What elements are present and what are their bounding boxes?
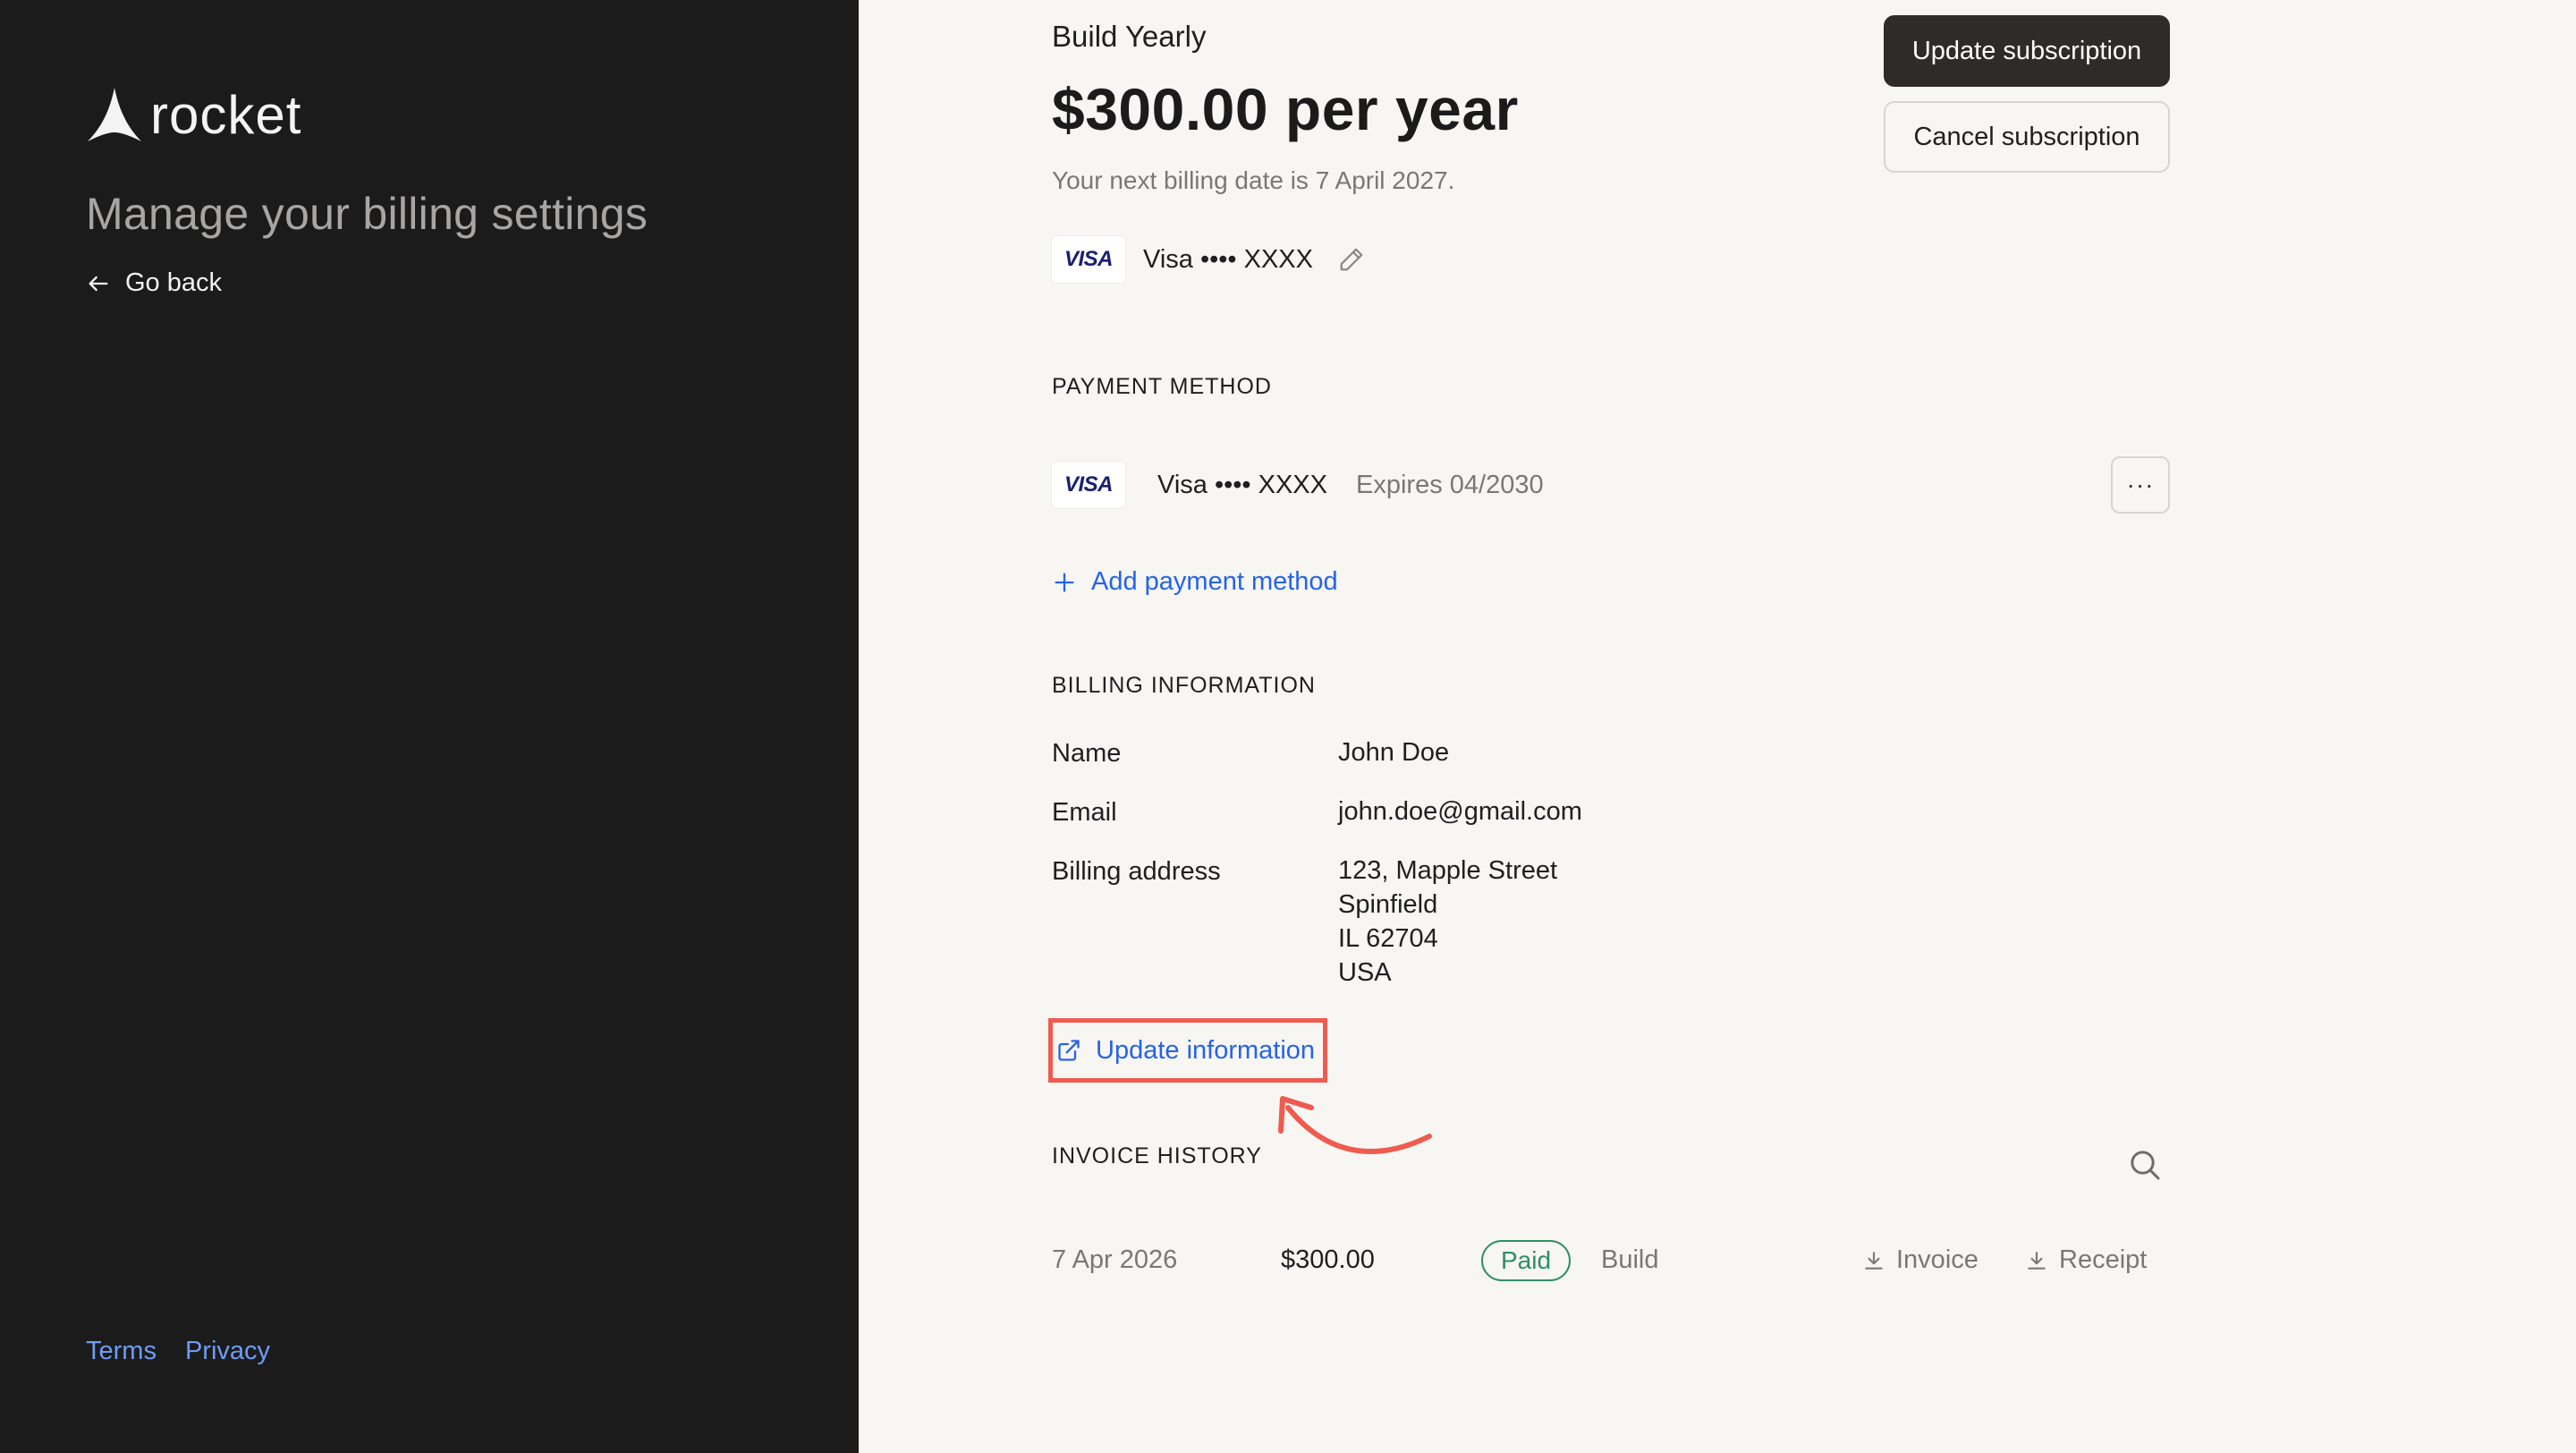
download-icon — [2028, 1251, 2046, 1270]
address-line: Spinfield — [1338, 890, 1438, 919]
next-billing-date: Your next billing date is 7 April 2027. — [1052, 166, 1455, 194]
pencil-icon[interactable] — [1338, 246, 1365, 273]
download-icon — [1865, 1251, 1883, 1270]
billing-page: rocket Manage your billing settings Go b… — [0, 0, 2576, 1453]
rocket-logo-icon — [88, 88, 141, 141]
go-back-link[interactable]: Go back — [86, 268, 222, 298]
invoice-amount: $300.00 — [1281, 1245, 1375, 1274]
subscription-card: VISA Visa •••• XXXX — [1052, 236, 1365, 283]
visa-icon: VISA — [1052, 462, 1125, 508]
sidebar: rocket Manage your billing settings Go b… — [0, 0, 859, 1453]
billing-address-value: 123, Mapple Street Spinfield IL 62704 US… — [1338, 854, 1557, 990]
address-line: IL 62704 — [1338, 924, 1438, 953]
add-payment-method-label: Add payment method — [1091, 567, 1338, 596]
annotation-arrow-icon — [1278, 1096, 1432, 1155]
visa-brand-text: VISA — [1063, 247, 1114, 271]
email-value: john.doe@gmail.com — [1338, 797, 1582, 826]
invoice-download-label: Invoice — [1896, 1245, 1979, 1274]
invoice-history-title: INVOICE HISTORY — [1052, 1143, 1262, 1168]
footer-links: Terms Privacy — [86, 1337, 270, 1366]
payment-card-label: Visa •••• XXXX — [1157, 470, 1327, 499]
receipt-download-label: Receipt — [2059, 1245, 2148, 1274]
update-information-link[interactable]: Update information — [1048, 1018, 1327, 1083]
email-label: Email — [1052, 798, 1117, 827]
invoice-date: 7 Apr 2026 — [1052, 1245, 1178, 1274]
page-title: Manage your billing settings — [86, 189, 648, 239]
billing-address-label: Billing address — [1052, 857, 1221, 886]
address-line: 123, Mapple Street — [1338, 856, 1558, 885]
visa-icon: VISA — [1052, 236, 1125, 283]
go-back-label: Go back — [125, 268, 222, 297]
payment-method-row: VISA Visa •••• XXXX Expires 04/2030 — [1052, 462, 1544, 508]
payment-method-title: PAYMENT METHOD — [1052, 374, 1272, 399]
cancel-subscription-button[interactable]: Cancel subscription — [1884, 101, 2170, 173]
add-payment-method-link[interactable]: Add payment method — [1052, 567, 1338, 597]
update-information-label: Update information — [1096, 1035, 1316, 1065]
plus-icon — [1055, 573, 1074, 591]
logo: rocket — [86, 84, 301, 147]
plan-name: Build Yearly — [1052, 20, 1207, 53]
visa-brand-text: VISA — [1063, 472, 1114, 497]
billing-information-title: BILLING INFORMATION — [1052, 673, 1316, 698]
receipt-download-link[interactable]: Receipt — [2025, 1245, 2147, 1275]
invoice-plan: Build — [1601, 1245, 1659, 1274]
update-subscription-button[interactable]: Update subscription — [1884, 15, 2170, 87]
arrow-left-icon — [89, 276, 108, 291]
more-options-button[interactable]: ··· — [2111, 456, 2170, 514]
name-label: Name — [1052, 739, 1122, 768]
payment-card-expiry: Expires 04/2030 — [1356, 470, 1544, 499]
address-line: USA — [1338, 958, 1392, 987]
plan-price: $300.00 per year — [1052, 76, 1519, 142]
privacy-link[interactable]: Privacy — [185, 1337, 270, 1366]
search-icon[interactable] — [2127, 1147, 2163, 1183]
subscription-card-label: Visa •••• XXXX — [1143, 244, 1313, 274]
status-badge: Paid — [1481, 1240, 1571, 1281]
logo-text: rocket — [150, 85, 302, 145]
external-link-icon — [1058, 1040, 1080, 1061]
terms-link[interactable]: Terms — [86, 1337, 157, 1366]
invoice-download-link[interactable]: Invoice — [1862, 1245, 1979, 1275]
main-content: Build Yearly $300.00 per year Your next … — [859, 0, 2576, 1453]
name-value: John Doe — [1338, 738, 1450, 767]
